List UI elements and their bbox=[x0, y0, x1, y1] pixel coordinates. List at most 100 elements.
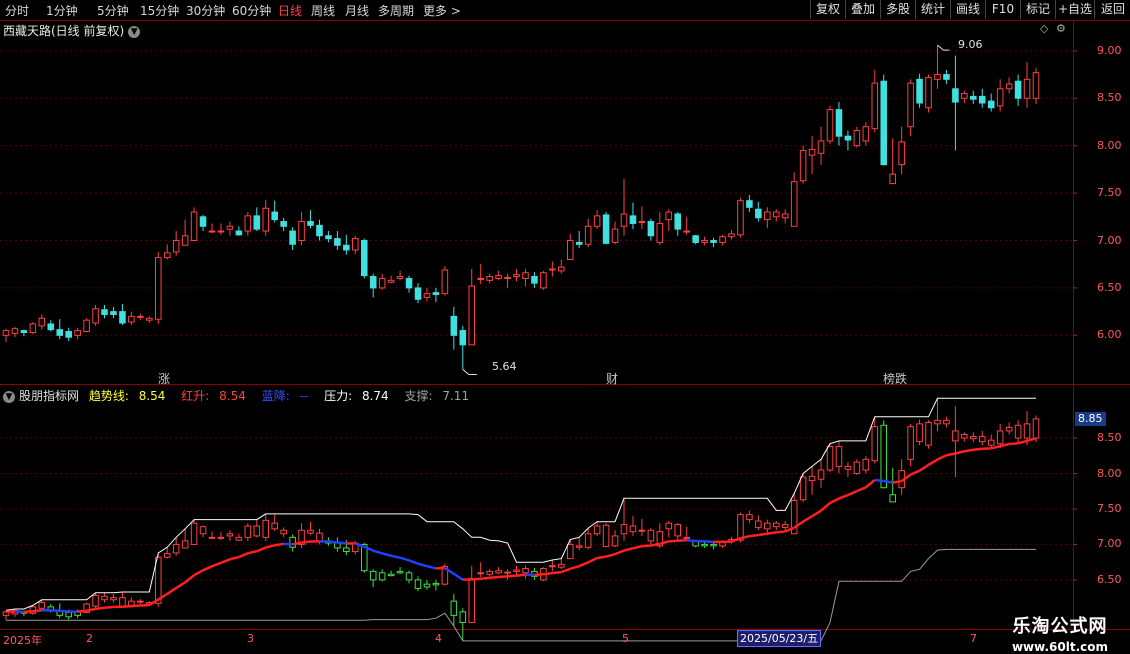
main-candle-body bbox=[433, 293, 439, 295]
indicator-name[interactable]: 股朋指标网 bbox=[19, 389, 79, 403]
main-candle-body bbox=[263, 208, 269, 231]
main-candle-body bbox=[720, 237, 726, 243]
trend-segment bbox=[499, 576, 508, 577]
yali-value: 8.74 bbox=[362, 389, 389, 403]
low-pointer bbox=[463, 369, 477, 374]
trend-segment bbox=[812, 511, 821, 517]
main-candle-body bbox=[227, 226, 233, 229]
indicator-candle-body bbox=[164, 554, 170, 558]
main-candle-body bbox=[460, 331, 466, 345]
main-candle-body bbox=[765, 212, 771, 220]
trend-segment bbox=[705, 541, 714, 542]
indicator-candle-body bbox=[496, 571, 502, 573]
trend-segment bbox=[427, 566, 436, 568]
trend-segment bbox=[552, 572, 561, 573]
trend-segment bbox=[857, 487, 866, 491]
trend-segment bbox=[508, 576, 517, 577]
indicator-y-label: 6.50 bbox=[1097, 573, 1122, 586]
trend-segment bbox=[884, 481, 893, 483]
trend-segment bbox=[651, 544, 660, 546]
trend-segment bbox=[830, 499, 839, 503]
main-candle-body bbox=[550, 269, 556, 270]
indicator-candle-body bbox=[908, 427, 914, 460]
main-candle-body bbox=[756, 209, 762, 218]
chevron-down-icon[interactable]: ▼ bbox=[3, 391, 15, 403]
trend-segment bbox=[579, 562, 588, 566]
trend-segment bbox=[776, 531, 785, 532]
indicator-candle-body bbox=[997, 431, 1003, 444]
trend-segment bbox=[490, 577, 499, 578]
indicator-candle-body bbox=[890, 495, 896, 502]
event-bangdie[interactable]: 榜跌 bbox=[883, 370, 907, 387]
main-candle-body bbox=[111, 312, 117, 315]
trend-segment bbox=[964, 450, 973, 451]
main-candle-body bbox=[299, 222, 305, 241]
main-candle-body bbox=[666, 212, 672, 220]
indicator-candle-body bbox=[317, 533, 323, 541]
indicator-candle-body bbox=[953, 431, 959, 441]
trend-segment bbox=[176, 582, 185, 588]
event-cai[interactable]: 财 bbox=[606, 370, 618, 387]
main-candle-body bbox=[30, 324, 36, 333]
trend-segment bbox=[920, 465, 929, 471]
main-candle-body bbox=[218, 231, 224, 232]
main-candle-body bbox=[944, 75, 950, 80]
main-candle-body bbox=[541, 273, 547, 288]
trend-segment bbox=[122, 606, 131, 607]
main-candle-body bbox=[361, 241, 367, 276]
indicator-candle-body bbox=[433, 583, 439, 584]
main-candle-body bbox=[379, 278, 385, 287]
main-candle-body bbox=[254, 216, 260, 229]
main-candle-body bbox=[908, 83, 914, 127]
hongsheng-legend-label: 红升: bbox=[181, 389, 209, 403]
indicator-candle-body bbox=[254, 526, 260, 536]
lanjiang-legend-label: 蓝降: bbox=[262, 389, 290, 403]
trend-segment bbox=[275, 544, 284, 545]
main-candle-body bbox=[505, 277, 511, 278]
main-candle-body bbox=[66, 332, 72, 338]
indicator-candle-body bbox=[845, 466, 851, 469]
indicator-candle-body bbox=[702, 544, 708, 545]
main-candle-body bbox=[397, 277, 403, 279]
indicator-candle-body bbox=[1006, 427, 1012, 431]
trend-segment bbox=[642, 546, 651, 547]
main-candle-body bbox=[12, 329, 18, 334]
indicator-candle-body bbox=[666, 523, 672, 529]
indicator-candle-body bbox=[881, 425, 887, 487]
indicator-candle-body bbox=[648, 530, 654, 541]
main-candle-body bbox=[93, 309, 99, 323]
main-candle-body bbox=[344, 245, 350, 250]
indicator-candle-body bbox=[756, 521, 762, 527]
indicator-candle-body bbox=[120, 598, 126, 607]
trend-segment bbox=[839, 495, 848, 499]
indicator-candle-body bbox=[612, 536, 618, 546]
indicator-candle-body bbox=[505, 572, 511, 573]
main-candle-body bbox=[818, 141, 824, 153]
main-candle-body bbox=[657, 223, 663, 242]
indicator-candle-body bbox=[872, 427, 878, 461]
indicator-y-label: 8.50 bbox=[1097, 431, 1122, 444]
kline-chart[interactable] bbox=[0, 0, 1130, 650]
main-candle-body bbox=[75, 331, 81, 336]
event-zhang[interactable]: 涨 bbox=[158, 370, 170, 387]
main-candle-body bbox=[406, 278, 412, 287]
main-candle-body bbox=[487, 277, 493, 281]
main-candle-body bbox=[576, 242, 582, 244]
trend-segment bbox=[391, 556, 400, 558]
trend-segment bbox=[973, 449, 982, 450]
trend-segment bbox=[60, 611, 69, 612]
indicator-candle-body bbox=[962, 434, 968, 438]
trend-segment bbox=[302, 541, 311, 542]
main-candle-body bbox=[953, 89, 959, 102]
trend-segment bbox=[51, 610, 60, 611]
main-candle-body bbox=[155, 258, 161, 320]
trend-segment bbox=[624, 548, 633, 550]
indicator-candle-body bbox=[227, 534, 233, 536]
trend-segment bbox=[937, 455, 946, 459]
current-price-box: 8.85 bbox=[1075, 412, 1106, 426]
trend-segment bbox=[373, 551, 382, 554]
main-candle-body bbox=[639, 222, 645, 223]
trend-segment bbox=[1018, 441, 1027, 443]
indicator-candle-body bbox=[800, 477, 806, 500]
main-candle-body bbox=[917, 79, 923, 103]
